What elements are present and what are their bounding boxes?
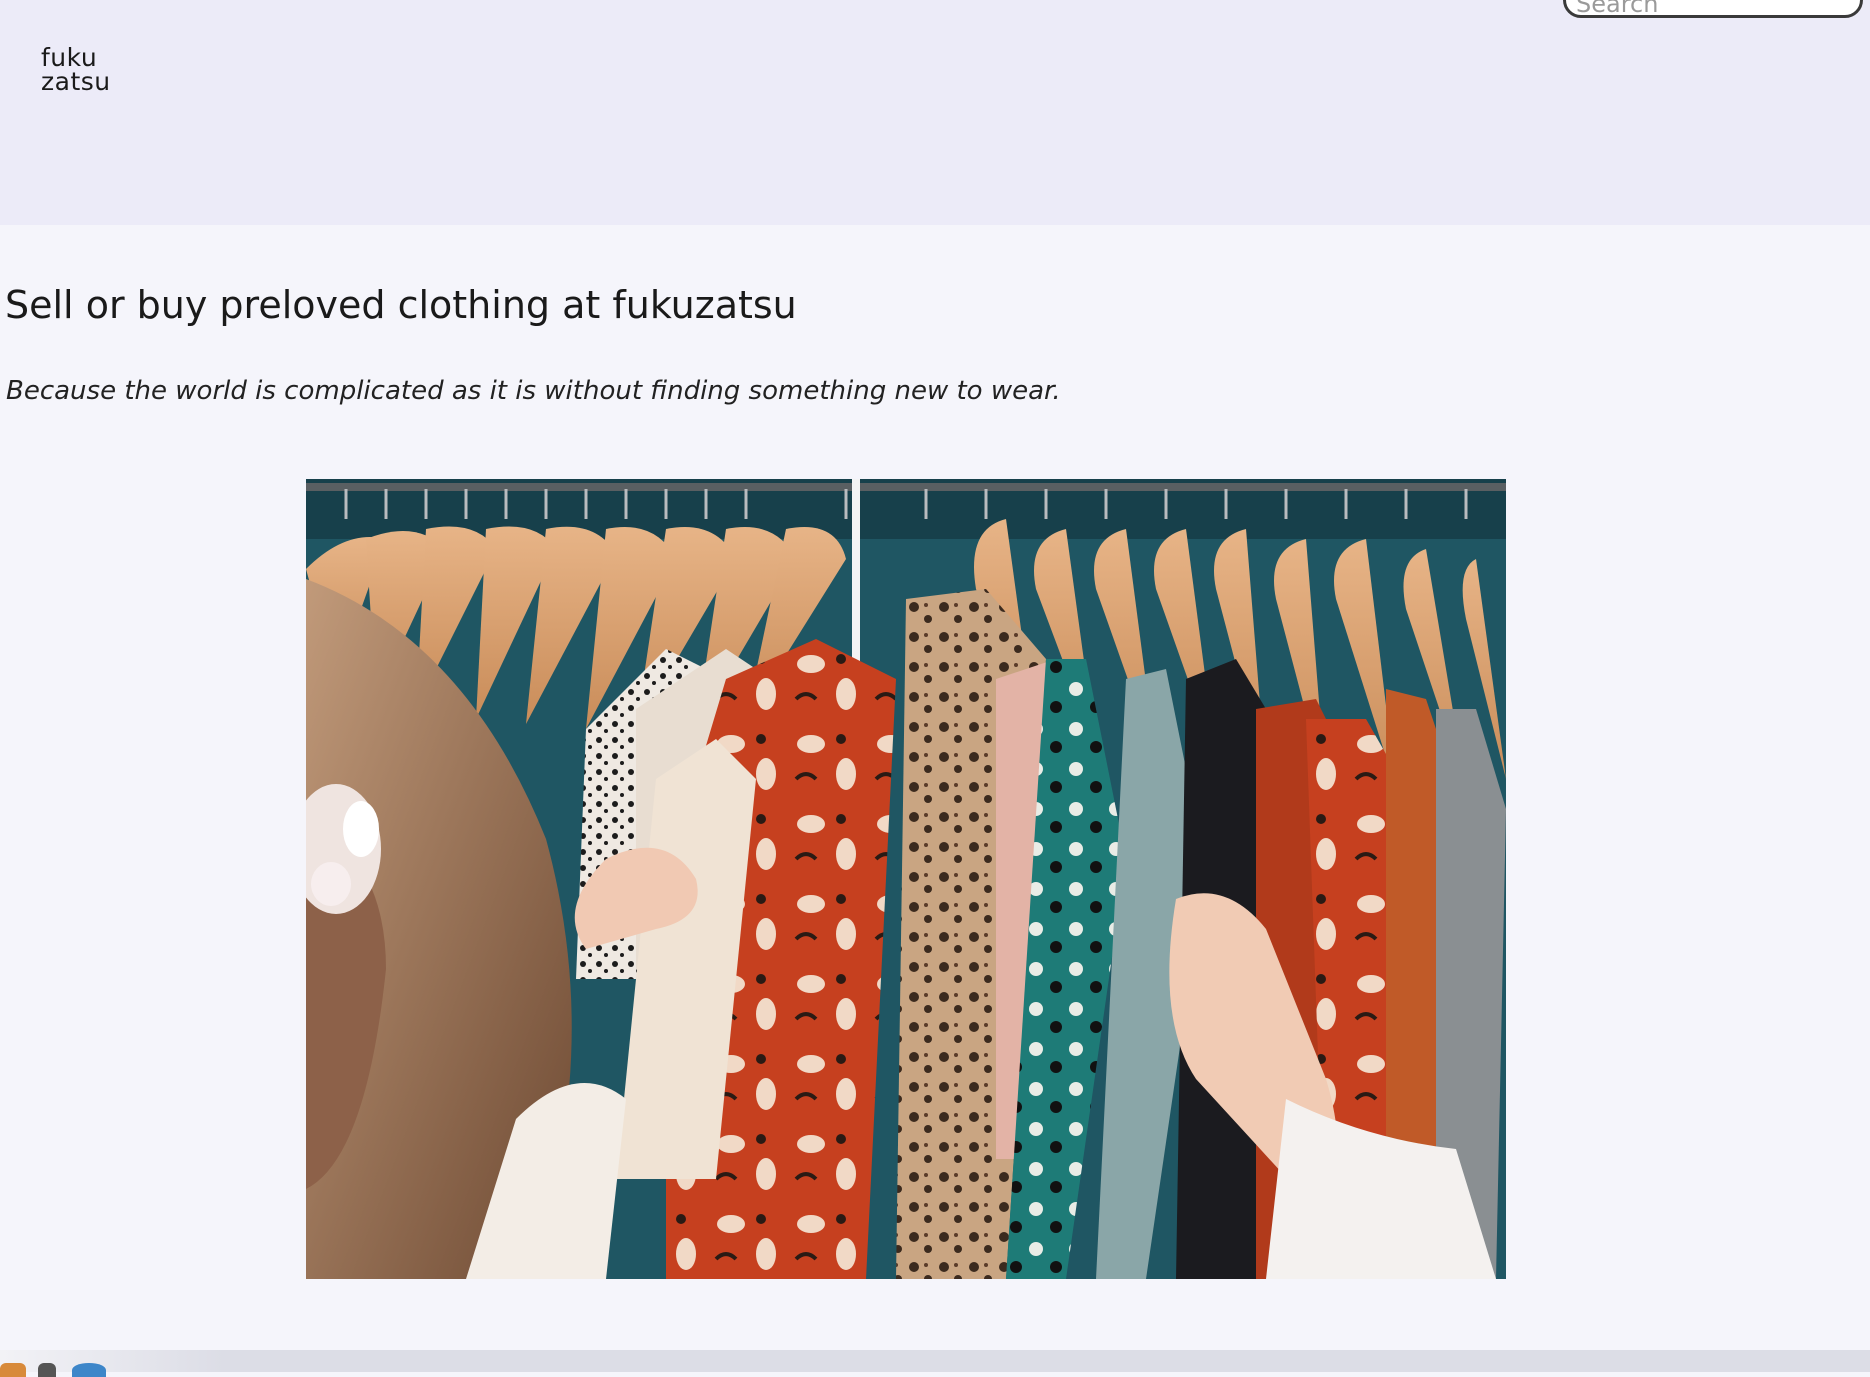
taskbar-app-icon[interactable] (38, 1363, 56, 1377)
logo-line-2: zatsu (41, 67, 111, 96)
page-title: Sell or buy preloved clothing at fukuzat… (5, 283, 797, 327)
taskbar-app-icon[interactable] (0, 1363, 26, 1377)
bottom-taskbar (0, 1350, 1870, 1372)
site-header: fuku zatsu (0, 0, 1870, 225)
page-tagline: Because the world is complicated as it i… (6, 376, 1061, 406)
search-input[interactable] (1563, 0, 1863, 18)
hero-image (306, 479, 1506, 1279)
taskbar-app-icon[interactable] (72, 1363, 106, 1377)
site-logo[interactable]: fuku zatsu (41, 45, 111, 96)
